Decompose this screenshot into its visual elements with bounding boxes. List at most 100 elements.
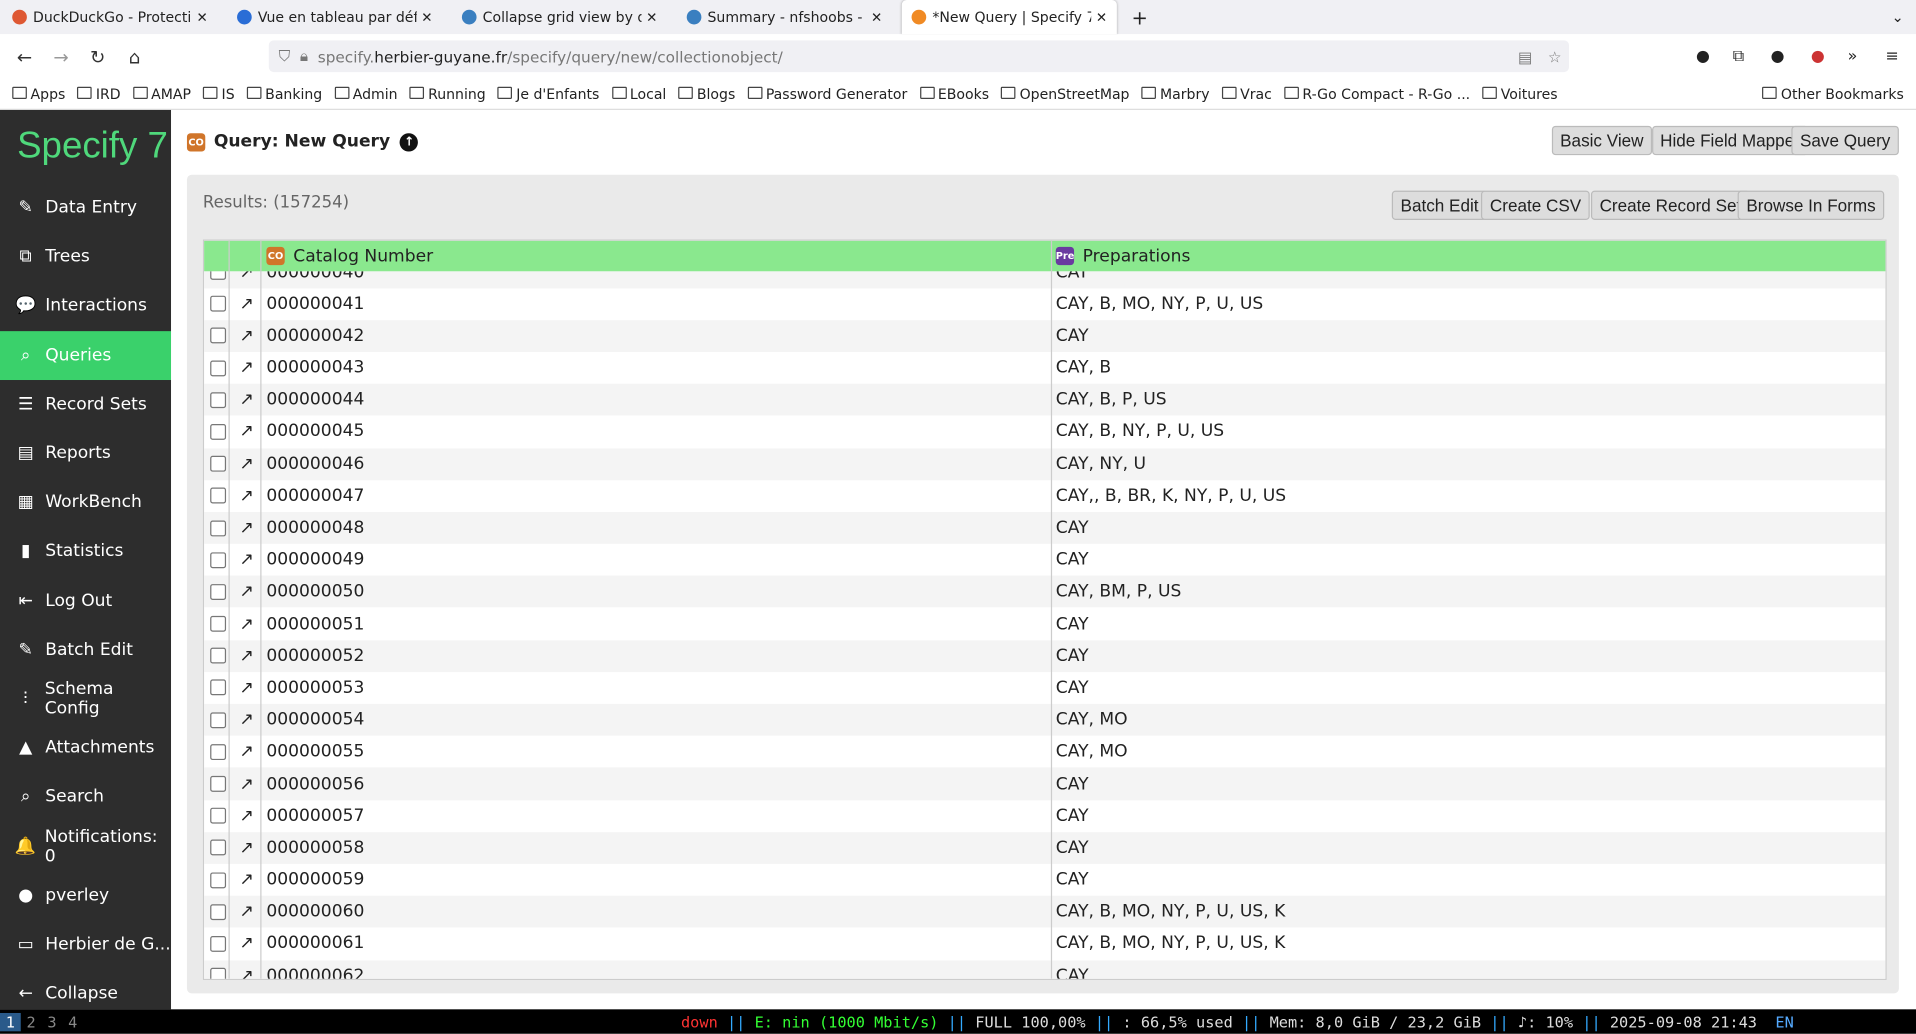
tab[interactable]: Summary - nfshoobs - Spe✕: [677, 0, 892, 34]
arrow-up-icon[interactable]: ↑: [399, 132, 419, 151]
row-checkbox[interactable]: [210, 519, 227, 536]
address-bar[interactable]: ⛉ 🔒︎ specify. herbier-guyane.fr/specify/q…: [268, 40, 1569, 73]
open-record-icon[interactable]: ↗: [240, 358, 257, 378]
star-icon[interactable]: ☆: [1548, 47, 1562, 65]
row-checkbox[interactable]: [210, 295, 227, 312]
bookmark-item[interactable]: Banking: [247, 86, 322, 103]
sidebar-item-trees[interactable]: ⧉ Trees: [0, 232, 171, 281]
row-checkbox[interactable]: [210, 775, 227, 792]
row-checkbox[interactable]: [210, 967, 227, 979]
open-record-icon[interactable]: ↗: [240, 806, 257, 826]
bookmark-item[interactable]: Je d'Enfants: [498, 86, 599, 103]
reload-icon[interactable]: ↻: [79, 46, 116, 68]
tab[interactable]: DuckDuckGo - Protection.✕: [2, 0, 217, 34]
open-record-icon[interactable]: ↗: [240, 710, 257, 730]
sidebar-item-record-sets[interactable]: ☰ Record Sets: [0, 380, 171, 429]
hide-field-mapper-button[interactable]: Hide Field Mapper: [1651, 125, 1809, 156]
sidebar-item-notifications-0[interactable]: 🔔 Notifications: 0: [0, 822, 171, 871]
sidebar-item-pverley[interactable]: ● pverley: [0, 871, 171, 920]
row-checkbox[interactable]: [210, 903, 227, 920]
bookmark-item[interactable]: Local: [612, 86, 666, 103]
save-query-button[interactable]: Save Query: [1791, 125, 1899, 156]
row-checkbox[interactable]: [210, 455, 227, 472]
row-checkbox[interactable]: [210, 647, 227, 664]
open-record-icon[interactable]: ↗: [240, 614, 257, 634]
open-record-icon[interactable]: ↗: [240, 454, 257, 474]
sidebar-item-workbench[interactable]: ▦ WorkBench: [0, 478, 171, 527]
sidebar-item-schema-config[interactable]: ⫶ Schema Config: [0, 674, 171, 723]
column-header-catalog-number[interactable]: CO Catalog Number: [266, 246, 433, 266]
open-record-icon[interactable]: ↗: [240, 934, 257, 954]
other-bookmarks[interactable]: Other Bookmarks: [1763, 86, 1904, 103]
sidebar-item-batch-edit[interactable]: ✎ Batch Edit: [0, 625, 171, 674]
row-checkbox[interactable]: [210, 551, 227, 568]
row-checkbox[interactable]: [210, 391, 227, 408]
row-checkbox[interactable]: [210, 679, 227, 696]
reader-icon[interactable]: ▤: [1518, 47, 1532, 65]
bookmark-item[interactable]: Blogs: [679, 86, 735, 103]
row-checkbox[interactable]: [210, 743, 227, 760]
table-row[interactable]: ↗ 000000044 CAY, B, P, US: [204, 383, 1886, 416]
extension-icon[interactable]: ●: [1696, 48, 1710, 66]
sidebar-item-search[interactable]: ⌕ Search: [0, 773, 171, 822]
table-row[interactable]: ↗ 000000055 CAY, MO: [204, 736, 1885, 768]
tab[interactable]: *New Query | Specify 7 ✕: [901, 0, 1117, 35]
sidebar-item-reports[interactable]: ▤ Reports: [0, 429, 171, 478]
open-record-icon[interactable]: ↗: [240, 390, 257, 410]
open-record-icon[interactable]: ↗: [240, 326, 257, 346]
row-checkbox[interactable]: [210, 583, 227, 600]
sidebar-item-attachments[interactable]: ▲ Attachments: [0, 723, 171, 772]
create-record-set-button[interactable]: Create Record Set: [1591, 190, 1750, 220]
overflow-icon[interactable]: »: [1848, 48, 1858, 66]
open-record-icon[interactable]: ↗: [240, 294, 257, 314]
table-body[interactable]: ↗ 000000040 CAY ↗ 000000041 CAY, B, MO, NY, P…: [204, 271, 1886, 979]
open-record-icon[interactable]: ↗: [240, 742, 257, 762]
table-row[interactable]: ↗ 000000040 CAY: [204, 271, 1886, 288]
workspace-3[interactable]: 3: [42, 1012, 63, 1030]
workspace-4[interactable]: 4: [62, 1012, 83, 1030]
table-row[interactable]: ↗ 000000050 CAY, BM, P, US: [204, 575, 1886, 608]
basic-view-button[interactable]: Basic View: [1551, 125, 1653, 156]
table-row[interactable]: ↗ 000000048 CAY: [204, 511, 1886, 544]
sidebar-item-statistics[interactable]: ▮ Statistics: [0, 527, 171, 576]
bookmark-item[interactable]: Voitures: [1482, 86, 1558, 103]
close-icon[interactable]: ✕: [871, 9, 882, 25]
bookmark-item[interactable]: IS: [203, 86, 235, 103]
open-record-icon[interactable]: ↗: [240, 486, 257, 506]
close-icon[interactable]: ✕: [646, 9, 657, 25]
open-record-icon[interactable]: ↗: [240, 518, 257, 538]
home-icon[interactable]: ⌂: [116, 46, 153, 68]
bookmark-item[interactable]: OpenStreetMap: [1001, 86, 1130, 103]
bookmark-item[interactable]: Admin: [334, 86, 398, 103]
bookmark-item[interactable]: Running: [410, 86, 486, 103]
workspace-2[interactable]: 2: [21, 1012, 42, 1030]
sidebar-item-log-out[interactable]: ⇤ Log Out: [0, 576, 171, 625]
table-row[interactable]: ↗ 000000060 CAY, B, MO, NY, P, U, US, K: [204, 895, 1886, 928]
open-record-icon[interactable]: ↗: [240, 870, 257, 890]
table-row[interactable]: ↗ 000000045 CAY, B, NY, P, U, US: [204, 416, 1885, 448]
open-record-icon[interactable]: ↗: [240, 678, 257, 698]
row-checkbox[interactable]: [210, 711, 227, 728]
open-record-icon[interactable]: ↗: [240, 271, 257, 281]
bookmark-item[interactable]: Apps: [12, 86, 66, 103]
row-checkbox[interactable]: [210, 935, 227, 952]
bookmark-item[interactable]: Marbry: [1142, 86, 1210, 103]
tab-list-icon[interactable]: ⌄: [1891, 9, 1903, 26]
table-row[interactable]: ↗ 000000056 CAY: [204, 767, 1886, 800]
table-row[interactable]: ↗ 000000059 CAY: [204, 864, 1885, 896]
puzzle-icon[interactable]: ⧉: [1733, 48, 1744, 66]
open-record-icon[interactable]: ↗: [240, 774, 257, 794]
row-checkbox[interactable]: [210, 487, 227, 504]
batch-edit-button[interactable]: Batch Edit: [1391, 190, 1488, 220]
extension-icon[interactable]: ●: [1811, 48, 1825, 66]
open-record-icon[interactable]: ↗: [240, 422, 257, 442]
column-header-preparations[interactable]: Pre Preparations: [1055, 246, 1190, 266]
table-row[interactable]: ↗ 000000058 CAY: [204, 831, 1886, 864]
table-row[interactable]: ↗ 000000049 CAY: [204, 544, 1885, 576]
table-row[interactable]: ↗ 000000057 CAY: [204, 800, 1885, 832]
create-csv-button[interactable]: Create CSV: [1481, 190, 1590, 220]
row-checkbox[interactable]: [210, 359, 227, 376]
bookmark-item[interactable]: R-Go Compact - R-Go ...: [1284, 86, 1470, 103]
row-checkbox[interactable]: [210, 871, 227, 888]
close-icon[interactable]: ✕: [1096, 9, 1107, 25]
